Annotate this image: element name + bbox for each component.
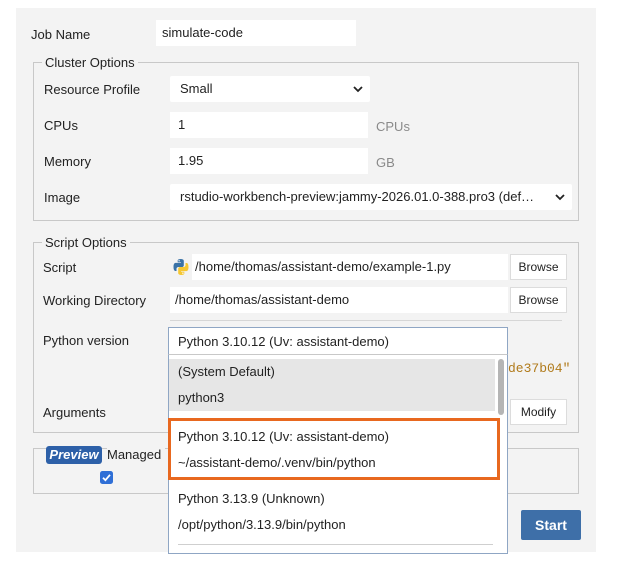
dropdown-option-system-default[interactable]: (System Default) python3	[169, 359, 495, 411]
cpus-unit: CPUs	[376, 119, 410, 134]
dropdown-scrollbar[interactable]	[498, 359, 504, 415]
dropdown-divider	[178, 544, 493, 545]
hash-fragment-text: de37b04"	[508, 361, 571, 376]
resource-profile-value: Small	[180, 81, 213, 96]
cpus-label: CPUs	[44, 118, 78, 133]
working-directory-label: Working Directory	[43, 293, 147, 308]
memory-unit: GB	[376, 155, 395, 170]
option-name: (System Default)	[178, 364, 275, 379]
resource-profile-label: Resource Profile	[44, 82, 141, 97]
cluster-options-legend: Cluster Options	[45, 55, 135, 70]
divider	[170, 320, 562, 321]
option-path: /opt/python/3.13.9/bin/python	[178, 517, 346, 532]
arguments-label: Arguments	[43, 405, 106, 420]
script-label: Script	[43, 260, 77, 275]
option-name: Python 3.13.9 (Unknown)	[178, 491, 325, 506]
start-button[interactable]: Start	[521, 510, 581, 540]
cpus-input[interactable]: 1	[170, 112, 368, 138]
job-name-label: Job Name	[31, 27, 91, 42]
image-label: Image	[44, 190, 81, 205]
script-browse-button[interactable]: Browse	[510, 254, 567, 280]
resource-profile-select[interactable]: Small	[170, 76, 370, 102]
arguments-modify-button[interactable]: Modify	[510, 399, 567, 425]
python-version-select[interactable]: Python 3.10.12 (Uv: assistant-demo)	[168, 327, 508, 354]
image-select[interactable]: rstudio-workbench-preview:jammy-2026.01.…	[170, 184, 572, 210]
python-icon	[172, 258, 190, 276]
job-name-input[interactable]: simulate-code	[156, 20, 356, 46]
checkbox-checked-icon[interactable]	[100, 471, 113, 484]
memory-input[interactable]: 1.95	[170, 148, 368, 174]
chevron-down-icon	[554, 184, 566, 210]
script-path-input[interactable]: /home/thomas/assistant-demo/example-1.py	[192, 254, 508, 280]
dropdown-option-python-3-13-9[interactable]: Python 3.13.9 (Unknown) /opt/python/3.13…	[169, 486, 495, 538]
image-value: rstudio-workbench-preview:jammy-2026.01.…	[180, 189, 535, 204]
managed-label: Managed	[107, 447, 166, 462]
python-version-label: Python version	[43, 333, 129, 348]
working-directory-browse-button[interactable]: Browse	[510, 287, 567, 313]
highlight-box	[168, 418, 500, 480]
option-path: python3	[178, 390, 225, 405]
script-options-legend: Script Options	[45, 235, 127, 250]
memory-label: Memory	[44, 154, 91, 169]
chevron-down-icon	[352, 76, 364, 102]
working-directory-input[interactable]: /home/thomas/assistant-demo	[170, 287, 508, 313]
preview-badge: Preview	[46, 446, 102, 464]
